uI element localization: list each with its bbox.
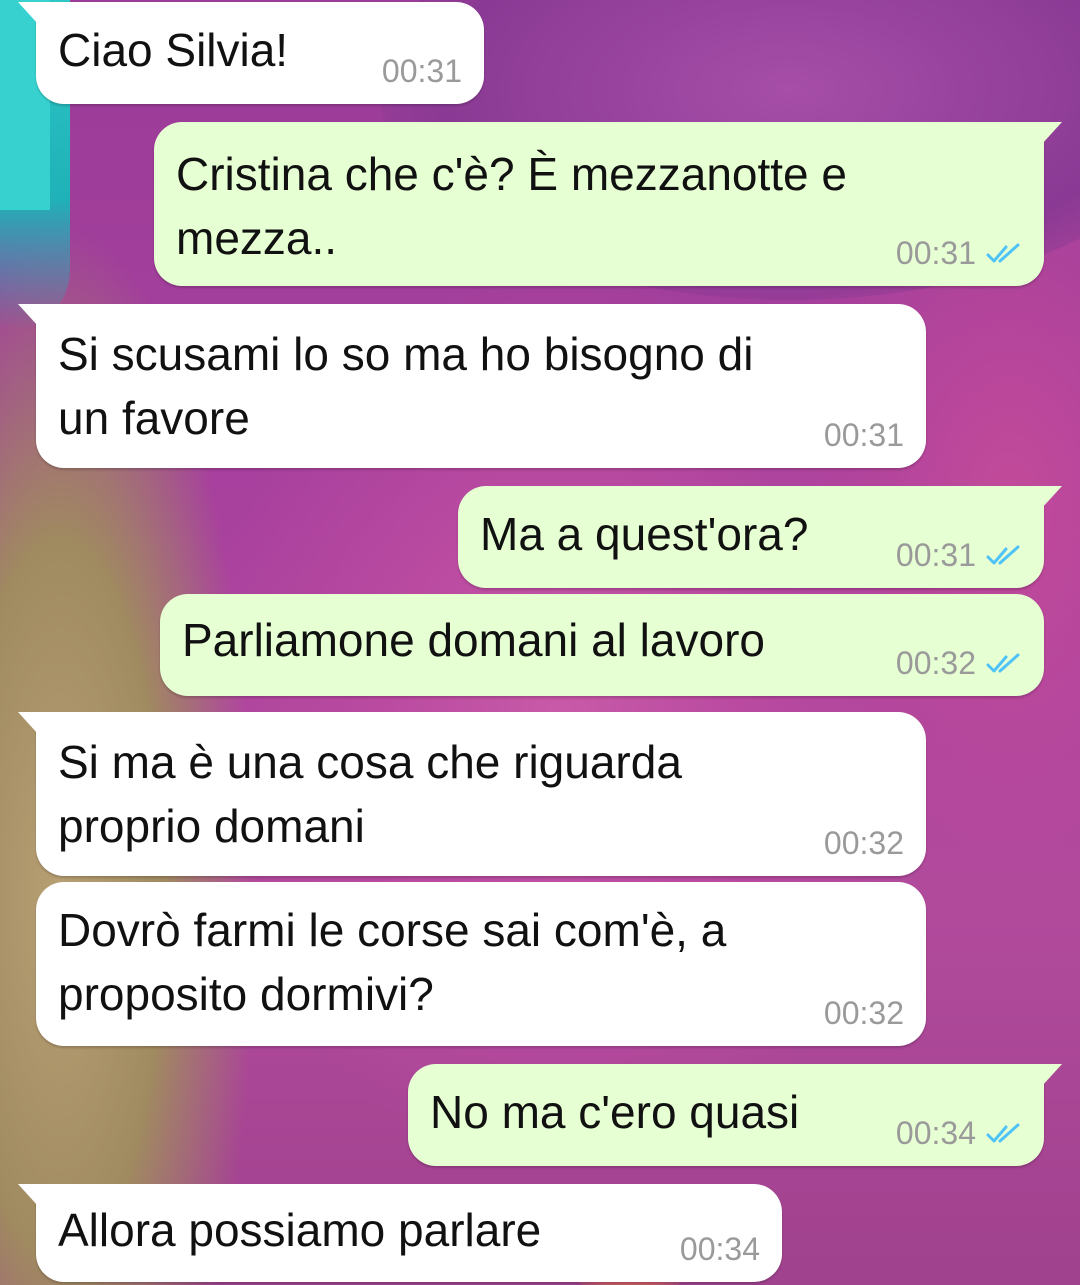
message-text: Parliamone domani al lavoro: [182, 614, 765, 666]
message-time: 00:32: [823, 825, 904, 861]
message-bubble-incoming[interactable]: Si scusami lo so ma ho bisogno di un fav…: [18, 304, 926, 468]
double-check-icon: [986, 653, 1020, 672]
message-meta: 00:31: [896, 235, 1022, 272]
double-check-icon: [986, 1123, 1020, 1142]
message-meta: 00:31: [824, 417, 904, 454]
message-bubble-incoming[interactable]: Si ma è una cosa che riguarda proprio do…: [18, 712, 926, 876]
message-text: Si scusami lo so ma ho bisogno di un fav…: [58, 328, 754, 444]
message-meta: 00:34: [680, 1231, 760, 1268]
message-bubble-incoming[interactable]: Dovrò farmi le corse sai com'è, a propos…: [36, 882, 926, 1046]
message-meta: 00:34: [896, 1115, 1022, 1152]
message-time: 00:34: [679, 1231, 760, 1267]
message-text: Ma a quest'ora?: [480, 508, 809, 560]
message-time: 00:31: [895, 235, 976, 271]
message-text: Cristina che c'è? È mezzanotte e mezza..: [176, 148, 847, 264]
double-check-icon: [986, 545, 1020, 564]
message-bubble-outgoing[interactable]: Cristina che c'è? È mezzanotte e mezza..…: [154, 122, 1062, 286]
message-time: 00:32: [823, 995, 904, 1031]
message-bubble-outgoing[interactable]: No ma c'ero quasi 00:34: [408, 1064, 1062, 1166]
message-text: Dovrò farmi le corse sai com'è, a propos…: [58, 904, 727, 1020]
message-meta: 00:32: [824, 825, 904, 862]
message-time: 00:34: [895, 1115, 976, 1151]
message-time: 00:32: [895, 645, 976, 681]
message-meta: 00:32: [824, 995, 904, 1032]
message-text: Si ma è una cosa che riguarda proprio do…: [58, 736, 682, 852]
message-meta: 00:31: [382, 53, 462, 90]
message-bubble-outgoing[interactable]: Parliamone domani al lavoro 00:32: [160, 594, 1044, 696]
message-bubble-incoming[interactable]: Ciao Silvia! 00:31: [18, 2, 484, 104]
chat-thread: Ciao Silvia! 00:31 Cristina che c'è? È m…: [0, 0, 1080, 1285]
message-text: Allora possiamo parlare: [58, 1204, 542, 1256]
message-text: Ciao Silvia!: [58, 24, 289, 76]
message-meta: 00:32: [896, 645, 1022, 682]
message-bubble-incoming[interactable]: Allora possiamo parlare 00:34: [18, 1184, 782, 1282]
double-check-icon: [986, 243, 1020, 262]
message-time: 00:31: [381, 53, 462, 89]
message-meta: 00:31: [896, 537, 1022, 574]
message-time: 00:31: [895, 537, 976, 573]
message-text: No ma c'ero quasi: [430, 1086, 800, 1138]
message-bubble-outgoing[interactable]: Ma a quest'ora? 00:31: [458, 486, 1062, 588]
message-time: 00:31: [823, 417, 904, 453]
